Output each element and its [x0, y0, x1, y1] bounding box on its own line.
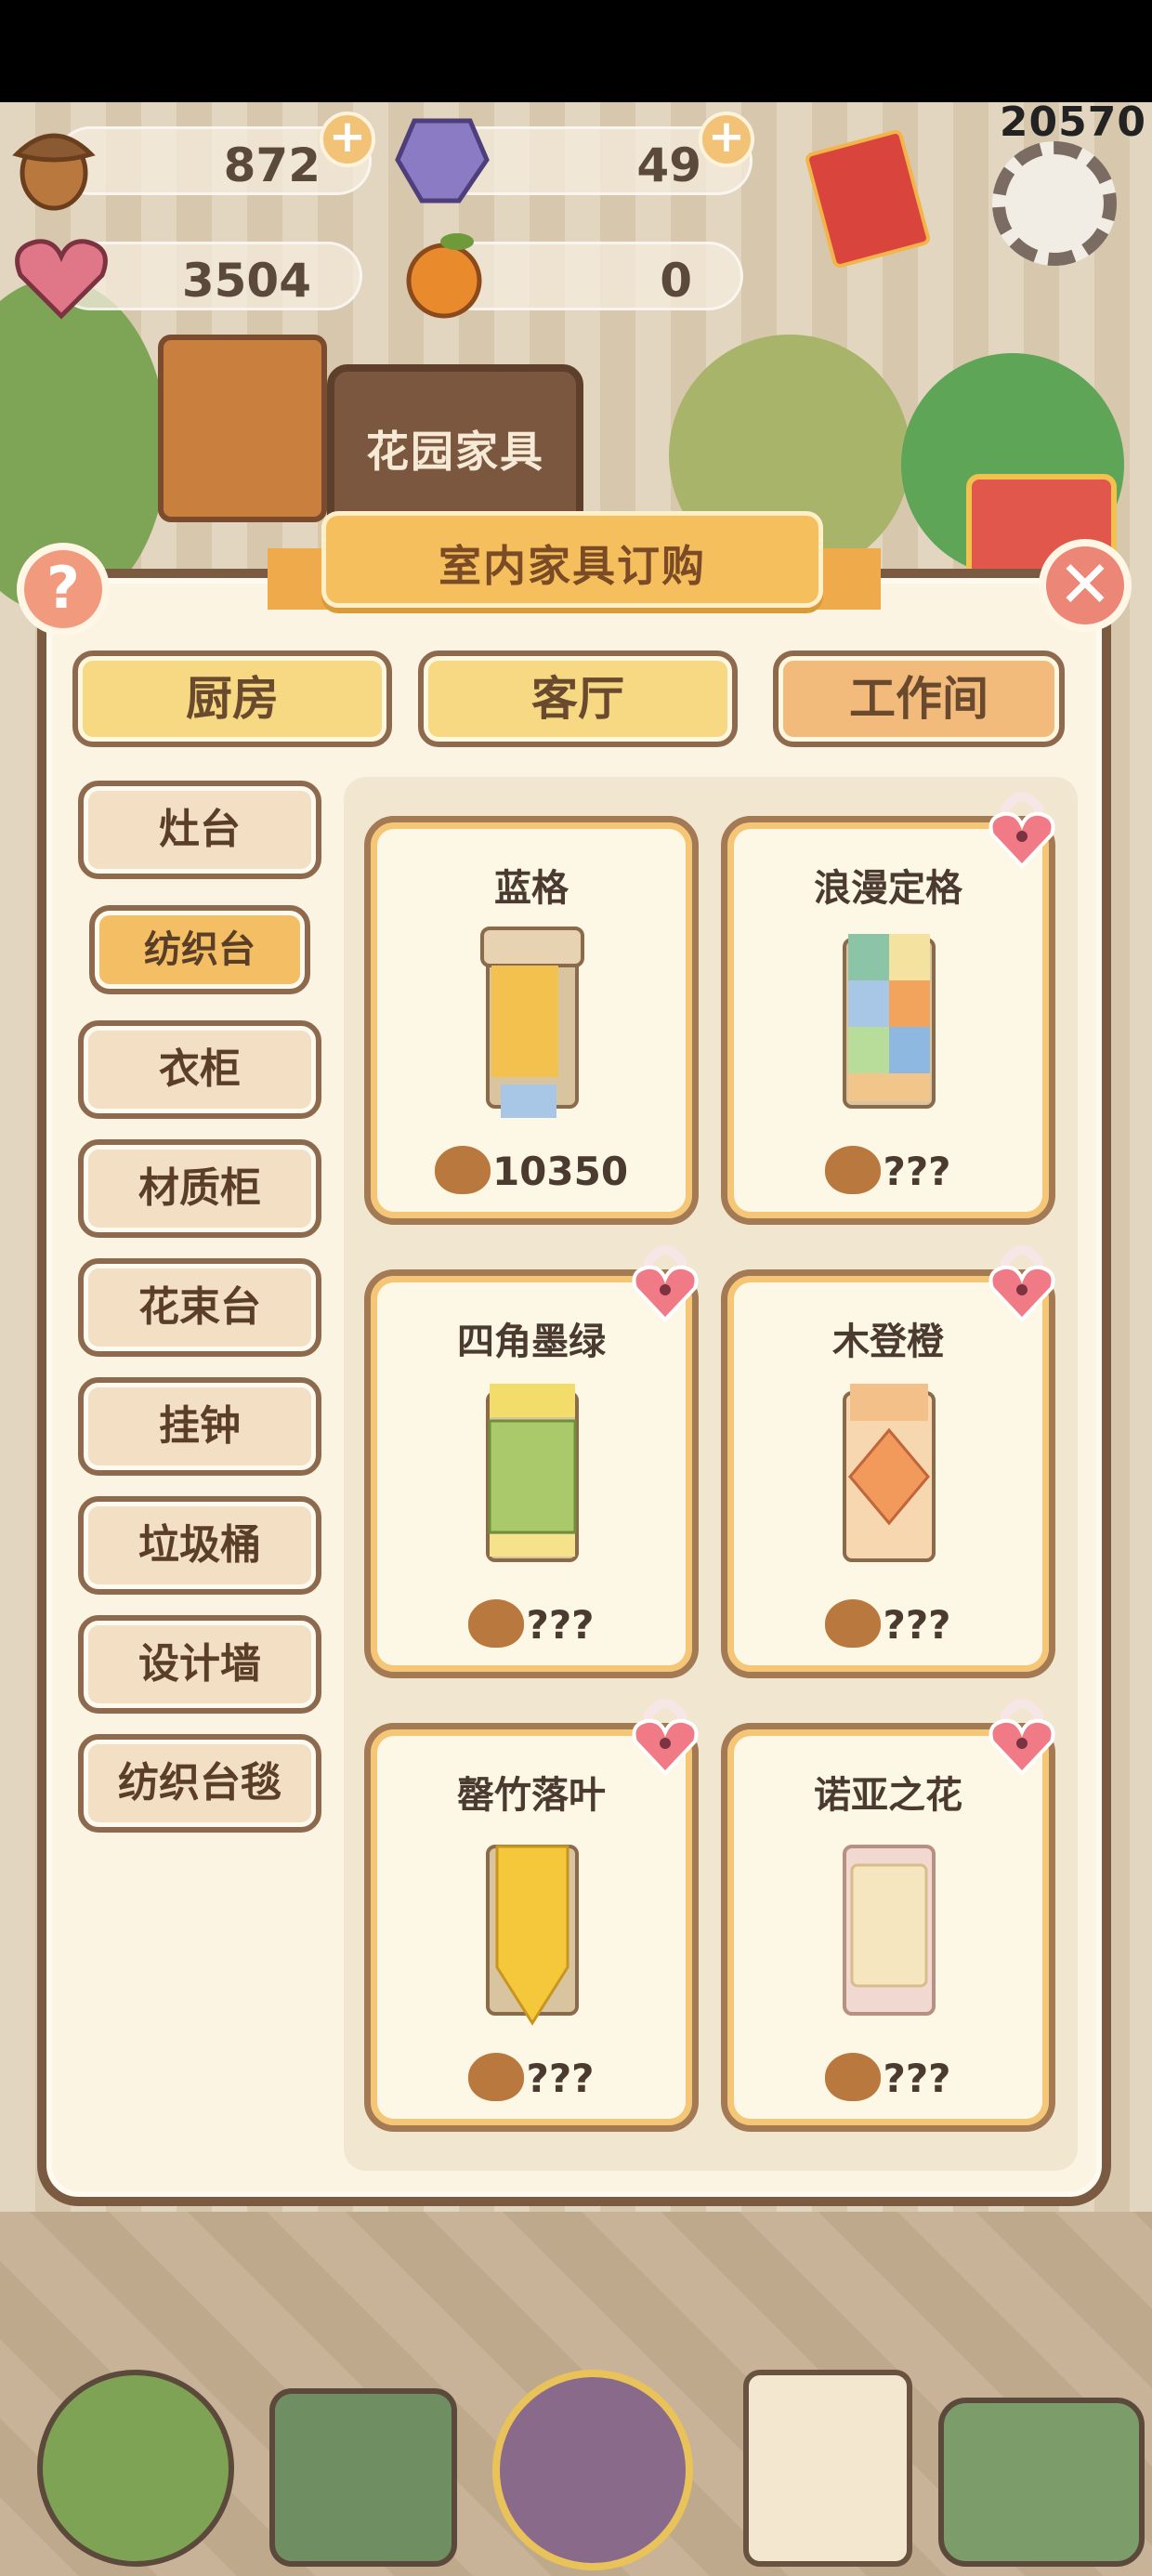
item-card[interactable]: 四角墨绿 ???	[364, 1269, 699, 1678]
lock-icon	[632, 1699, 699, 1776]
home-icon[interactable]	[37, 2370, 234, 2567]
close-button[interactable]: ✕	[1039, 539, 1132, 632]
category-weaving-rug[interactable]: 纺织台毯	[78, 1734, 321, 1833]
category-trash-can[interactable]: 垃圾桶	[78, 1496, 321, 1595]
item-card[interactable]: 蓝格 10350	[364, 816, 699, 1225]
fps-counter: 20570	[999, 99, 1146, 146]
item-name: 蓝格	[494, 867, 569, 910]
acorn-icon	[12, 133, 96, 211]
tab-workshop[interactable]: 工作间	[773, 651, 1065, 747]
birdhouse	[158, 335, 327, 522]
acorn-icon	[825, 1599, 882, 1648]
category-wall-clock[interactable]: 挂钟	[78, 1377, 321, 1476]
weaving-table-thumbnail	[843, 1384, 936, 1562]
settings-gear-icon[interactable]	[992, 141, 1117, 266]
acorn-icon	[825, 1146, 882, 1194]
mail-icon[interactable]	[269, 2388, 457, 2567]
item-price: ???	[526, 2056, 595, 2101]
acorn-count: 872	[223, 138, 321, 192]
item-price: ???	[883, 1149, 951, 1194]
status-bar	[0, 0, 1152, 102]
item-card[interactable]: 诺亚之花 ???	[721, 1723, 1055, 2132]
tab-kitchen[interactable]: 厨房	[72, 651, 392, 747]
add-gem-button[interactable]: +	[699, 112, 754, 167]
weaving-table-thumbnail	[486, 1845, 579, 2026]
orange-count: 0	[660, 254, 692, 308]
lock-icon	[988, 792, 1055, 869]
weaving-table-thumbnail	[486, 1384, 579, 1562]
gem-count: 49	[636, 138, 701, 192]
item-card[interactable]: 木登橙 ???	[721, 1269, 1055, 1678]
acorn-icon	[468, 2053, 525, 2101]
heart-gem-icon	[15, 239, 108, 320]
purple-gem-icon	[395, 118, 490, 204]
category-weaving-table[interactable]: 纺织台	[89, 905, 310, 994]
tab-living-room[interactable]: 客厅	[418, 651, 738, 747]
acorn-icon	[825, 2053, 882, 2101]
lock-icon	[988, 1245, 1055, 1322]
item-card[interactable]: 浪漫定格 ???	[721, 816, 1055, 1225]
add-acorn-button[interactable]: +	[320, 112, 375, 167]
category-stove[interactable]: 灶台	[78, 781, 321, 879]
weaving-table-thumbnail	[843, 934, 936, 1109]
task-list-icon[interactable]	[743, 2370, 912, 2567]
panel-title-banner: 室内家具订购	[321, 511, 823, 608]
item-price: ???	[526, 1602, 595, 1648]
item-price: ???	[883, 1602, 951, 1648]
acorn-icon	[434, 1146, 491, 1194]
weaving-table-thumbnail	[480, 927, 584, 1118]
category-bouquet-table[interactable]: 花束台	[78, 1258, 321, 1357]
weaving-table-thumbnail	[843, 1845, 936, 2016]
heart-count: 3504	[181, 254, 311, 308]
orange-icon	[406, 233, 482, 319]
item-price: 10350	[491, 1149, 629, 1194]
seed-pouch-icon[interactable]	[492, 2370, 693, 2570]
category-material-cabinet[interactable]: 材质柜	[78, 1139, 321, 1238]
panel-title: 室内家具订购	[439, 541, 706, 591]
acorn-icon	[468, 1599, 525, 1648]
item-price: ???	[883, 2056, 951, 2101]
lock-icon	[988, 1699, 1055, 1776]
category-wardrobe[interactable]: 衣柜	[78, 1020, 321, 1119]
help-button[interactable]: ?	[17, 543, 110, 636]
category-design-wall[interactable]: 设计墙	[78, 1615, 321, 1714]
garden-furniture-sign[interactable]: 花园家具	[327, 364, 583, 535]
item-card[interactable]: 罄竹落叶 ???	[364, 1723, 699, 2132]
garden-furniture-label: 花园家具	[366, 427, 544, 477]
map-icon[interactable]	[938, 2398, 1145, 2567]
lock-icon	[632, 1245, 699, 1322]
